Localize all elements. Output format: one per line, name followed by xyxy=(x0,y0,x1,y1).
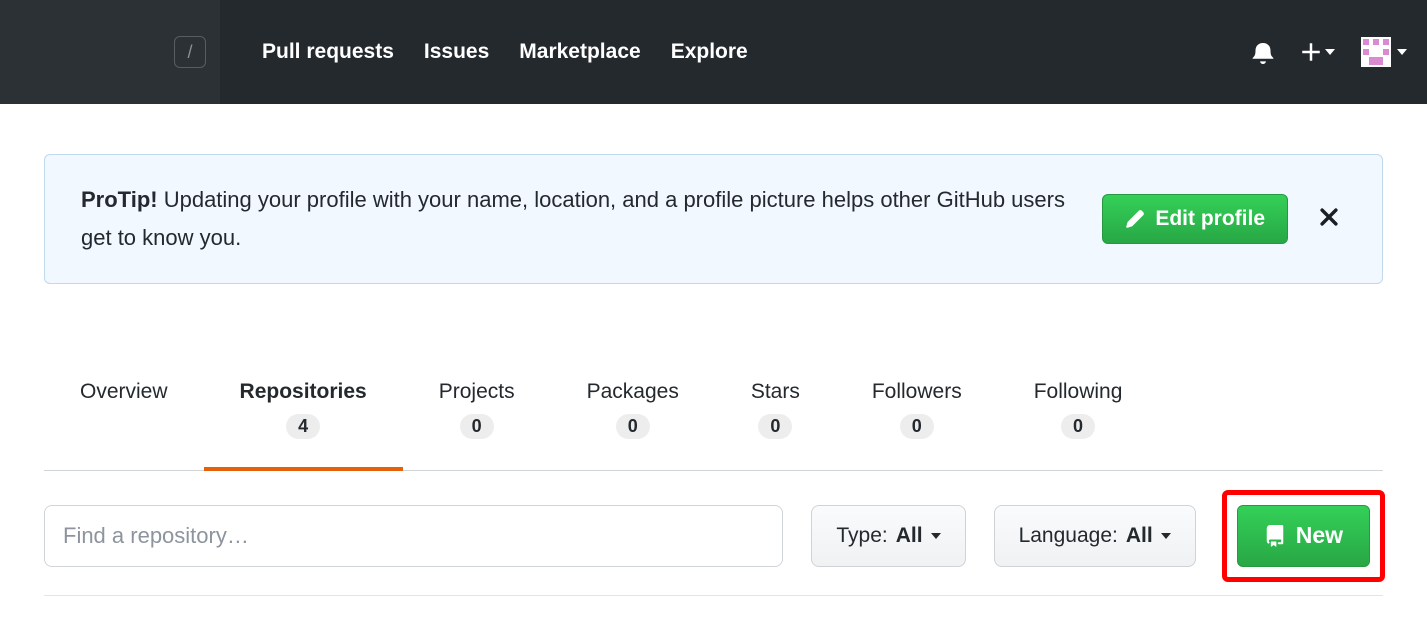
search-shortcut-key: / xyxy=(174,36,206,68)
language-filter[interactable]: Language: All xyxy=(994,505,1196,567)
tab-count: 4 xyxy=(286,414,320,439)
primary-nav: Pull requests Issues Marketplace Explore xyxy=(262,40,748,64)
dismiss-banner-button[interactable] xyxy=(1312,203,1346,235)
type-filter-label: Type: xyxy=(836,524,887,548)
close-icon xyxy=(1318,206,1340,228)
tab-label: Following xyxy=(1034,380,1123,404)
protip-text: ProTip! Updating your profile with your … xyxy=(81,181,1078,257)
new-button-highlight: New xyxy=(1222,490,1385,582)
tab-label: Overview xyxy=(80,380,168,404)
header-right xyxy=(1251,37,1407,67)
tab-repositories[interactable]: Repositories 4 xyxy=(204,368,403,471)
avatar xyxy=(1361,37,1391,67)
caret-down-icon xyxy=(931,533,941,539)
new-button-label: New xyxy=(1296,522,1343,549)
pencil-icon xyxy=(1125,209,1145,229)
profile-tabs: Overview 0 Repositories 4 Projects 0 Pac… xyxy=(44,368,1383,471)
plus-icon xyxy=(1301,42,1321,62)
tab-projects[interactable]: Projects 0 xyxy=(403,368,551,471)
tab-overview[interactable]: Overview 0 xyxy=(44,368,204,471)
tab-count: 0 xyxy=(900,414,934,439)
edit-profile-button[interactable]: Edit profile xyxy=(1102,194,1288,244)
tab-label: Repositories xyxy=(240,380,367,404)
caret-down-icon xyxy=(1161,533,1171,539)
tab-following[interactable]: Following 0 xyxy=(998,368,1159,471)
caret-down-icon xyxy=(1325,49,1335,55)
notifications-icon[interactable] xyxy=(1251,40,1275,64)
language-filter-value: All xyxy=(1126,524,1153,548)
tab-label: Projects xyxy=(439,380,515,404)
tab-stars[interactable]: Stars 0 xyxy=(715,368,836,471)
search-region[interactable]: / xyxy=(0,0,220,104)
nav-issues[interactable]: Issues xyxy=(424,40,489,64)
user-menu[interactable] xyxy=(1361,37,1407,67)
tab-count: 0 xyxy=(1061,414,1095,439)
tab-label: Packages xyxy=(587,380,679,404)
type-filter-value: All xyxy=(896,524,923,548)
create-new-menu[interactable] xyxy=(1301,42,1335,62)
protip-banner: ProTip! Updating your profile with your … xyxy=(44,154,1383,284)
caret-down-icon xyxy=(1397,49,1407,55)
nav-explore[interactable]: Explore xyxy=(671,40,748,64)
tab-count: 0 xyxy=(616,414,650,439)
language-filter-label: Language: xyxy=(1019,524,1118,548)
tab-count: 0 xyxy=(460,414,494,439)
main-content: ProTip! Updating your profile with your … xyxy=(0,104,1427,596)
tab-label: Stars xyxy=(751,380,800,404)
protip-message: Updating your profile with your name, lo… xyxy=(81,187,1065,250)
protip-label: ProTip! xyxy=(81,187,158,212)
type-filter[interactable]: Type: All xyxy=(811,505,965,567)
tab-packages[interactable]: Packages 0 xyxy=(551,368,715,471)
tab-followers[interactable]: Followers 0 xyxy=(836,368,998,471)
header-left: / Pull requests Issues Marketplace Explo… xyxy=(0,0,1251,104)
repo-icon xyxy=(1264,525,1286,547)
nav-marketplace[interactable]: Marketplace xyxy=(519,40,640,64)
edit-profile-label: Edit profile xyxy=(1155,207,1265,231)
find-repository-input[interactable] xyxy=(44,505,783,567)
repository-filter-row: Type: All Language: All New xyxy=(44,505,1383,596)
tab-count: 0 xyxy=(758,414,792,439)
global-header: / Pull requests Issues Marketplace Explo… xyxy=(0,0,1427,104)
nav-pull-requests[interactable]: Pull requests xyxy=(262,40,394,64)
tab-label: Followers xyxy=(872,380,962,404)
new-repository-button[interactable]: New xyxy=(1237,505,1370,567)
